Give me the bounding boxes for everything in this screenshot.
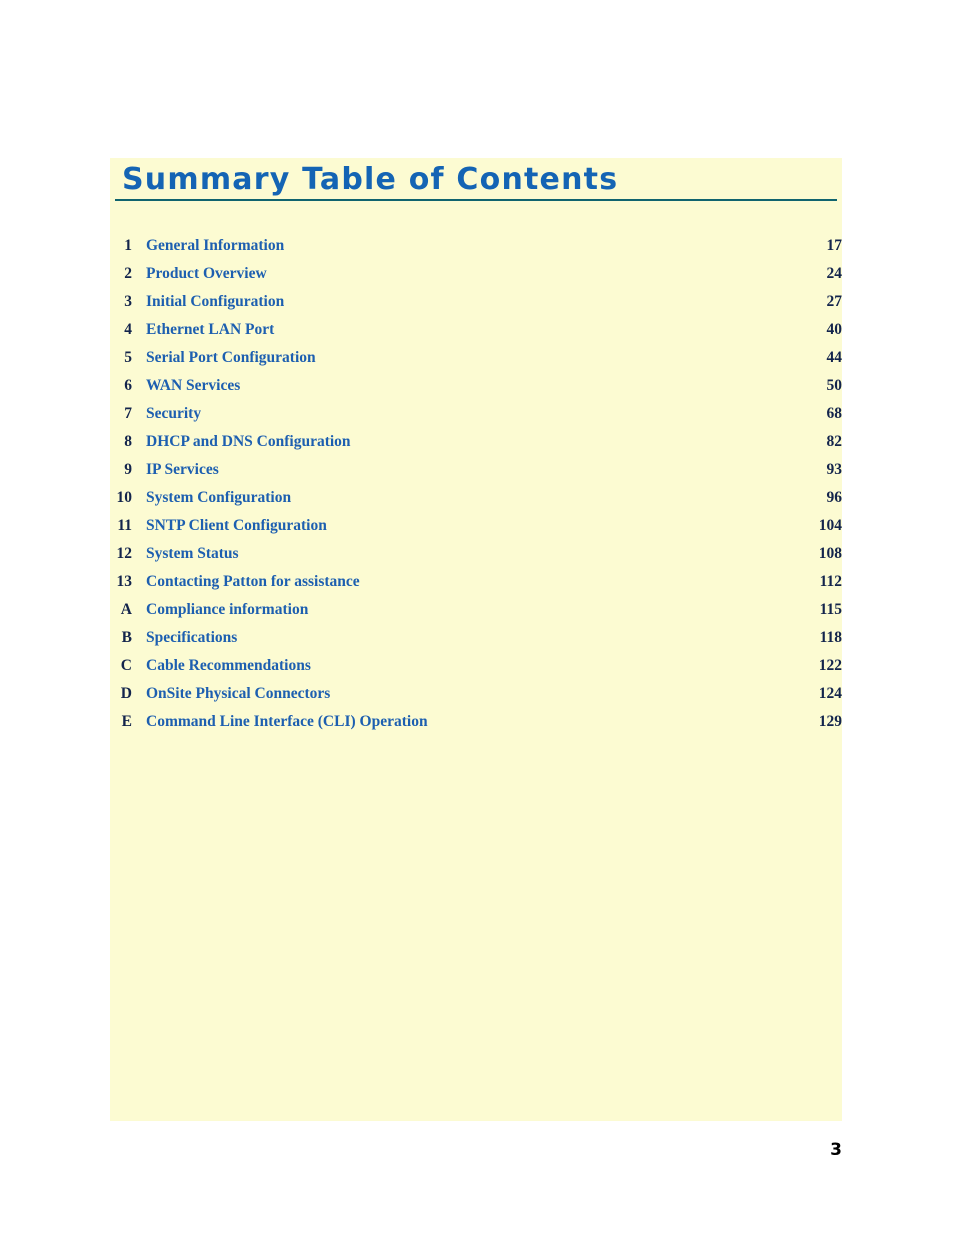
- toc-entry-page: 27: [804, 288, 842, 316]
- title-divider: [115, 199, 837, 201]
- toc-entry-number: 10: [116, 489, 133, 506]
- toc-entry-number: A: [120, 601, 132, 618]
- toc-entry[interactable]: 5 Serial Port Configuration 44: [110, 344, 842, 372]
- toc-entry-number: 11: [117, 517, 132, 534]
- toc-entry-number: D: [120, 685, 132, 702]
- toc-entry-label[interactable]: SNTP Client Configuration: [146, 512, 330, 540]
- toc-entry[interactable]: 12 System Status 108: [110, 540, 842, 568]
- toc-entry-label[interactable]: DHCP and DNS Configuration: [146, 428, 354, 456]
- toc-entry[interactable]: 8 DHCP and DNS Configuration 82: [110, 428, 842, 456]
- toc-entry-page: 44: [804, 344, 842, 372]
- toc-entry-number: 1: [124, 237, 132, 254]
- toc-entry[interactable]: 1 General Information 17: [110, 232, 842, 260]
- toc-entry-page: 112: [804, 568, 842, 596]
- toc-entry-label[interactable]: Cable Recommendations: [146, 652, 314, 680]
- toc-entry-number: 3: [124, 293, 132, 310]
- toc-entry[interactable]: 13 Contacting Patton for assistance 112: [110, 568, 842, 596]
- toc-entry[interactable]: B Specifications 118: [110, 624, 842, 652]
- toc-leader-dots: [146, 476, 802, 477]
- toc-entry-label[interactable]: Contacting Patton for assistance: [146, 568, 363, 596]
- toc-entry-number: 6: [124, 377, 132, 394]
- toc-entry[interactable]: C Cable Recommendations 122: [110, 652, 842, 680]
- toc-entry-number: 2: [124, 265, 132, 282]
- toc-entry-page: 124: [804, 680, 842, 708]
- toc-entry[interactable]: D OnSite Physical Connectors 124: [110, 680, 842, 708]
- toc-entry-label[interactable]: Serial Port Configuration: [146, 344, 319, 372]
- toc-entry-number: 12: [116, 545, 133, 562]
- toc-entry-page: 115: [804, 596, 842, 624]
- toc-entry[interactable]: 11 SNTP Client Configuration 104: [110, 512, 842, 540]
- page-number-folio: 3: [830, 1140, 842, 1160]
- toc-entry-label[interactable]: Compliance information: [146, 596, 312, 624]
- toc-leader-dots: [146, 420, 802, 421]
- toc-entry-label[interactable]: OnSite Physical Connectors: [146, 680, 334, 708]
- toc-entry-number: E: [121, 713, 132, 730]
- toc-entry[interactable]: 9 IP Services 93: [110, 456, 842, 484]
- toc-leader-dots: [146, 644, 802, 645]
- toc-entry-page: 118: [804, 624, 842, 652]
- toc-entry-page: 108: [804, 540, 842, 568]
- toc-content-panel: Summary Table of Contents 1 General Infor…: [110, 158, 842, 1121]
- toc-entry-number: 8: [124, 433, 132, 450]
- toc-entry-page: 129: [804, 708, 842, 736]
- toc-entry-page: 40: [804, 316, 842, 344]
- toc-entry-page: 50: [804, 372, 842, 400]
- toc-entry-number: C: [120, 657, 132, 674]
- toc-entry-number: 5: [124, 349, 132, 366]
- toc-entry[interactable]: 6 WAN Services 50: [110, 372, 842, 400]
- toc-entry-number: 7: [124, 405, 132, 422]
- toc-entry[interactable]: 7 Security 68: [110, 400, 842, 428]
- toc-entry-page: 122: [804, 652, 842, 680]
- toc-entry-label[interactable]: Product Overview: [146, 260, 270, 288]
- page-title: Summary Table of Contents: [122, 162, 619, 197]
- toc-entry-label[interactable]: Ethernet LAN Port: [146, 316, 278, 344]
- toc-entry-label[interactable]: System Status: [146, 540, 242, 568]
- toc-entry-page: 82: [804, 428, 842, 456]
- toc-entry-page: 96: [804, 484, 842, 512]
- toc-entry-page: 24: [804, 260, 842, 288]
- toc-entry[interactable]: 4 Ethernet LAN Port 40: [110, 316, 842, 344]
- toc-leader-dots: [146, 392, 802, 393]
- toc-entry-page: 93: [804, 456, 842, 484]
- toc-entry-label[interactable]: System Configuration: [146, 484, 295, 512]
- toc-leader-dots: [146, 560, 802, 561]
- toc-entry-label[interactable]: IP Services: [146, 456, 222, 484]
- toc-entry-label[interactable]: Specifications: [146, 624, 241, 652]
- toc-entry-label[interactable]: General Information: [146, 232, 288, 260]
- toc-entry-number: 9: [124, 461, 132, 478]
- toc-entry-page: 17: [804, 232, 842, 260]
- toc-entry[interactable]: A Compliance information 115: [110, 596, 842, 624]
- toc-entry[interactable]: 3 Initial Configuration 27: [110, 288, 842, 316]
- toc-entry-number: B: [121, 629, 132, 646]
- toc-entry-label[interactable]: Initial Configuration: [146, 288, 288, 316]
- page-sheet: Summary Table of Contents 1 General Infor…: [0, 0, 954, 1235]
- toc-entry-number: 4: [124, 321, 132, 338]
- toc-entry-number: 13: [116, 573, 133, 590]
- toc-entry[interactable]: 10 System Configuration 96: [110, 484, 842, 512]
- toc-entry-page: 68: [804, 400, 842, 428]
- toc-entry[interactable]: E Command Line Interface (CLI) Operation 1…: [110, 708, 842, 736]
- toc-entry-label[interactable]: Command Line Interface (CLI) Operation: [146, 708, 431, 736]
- toc-list: 1General Information172Product Overview2…: [110, 232, 842, 736]
- toc-entry-label[interactable]: WAN Services: [146, 372, 244, 400]
- toc-entry-label[interactable]: Security: [146, 400, 205, 428]
- toc-entry-page: 104: [804, 512, 842, 540]
- toc-entry[interactable]: 2 Product Overview 24: [110, 260, 842, 288]
